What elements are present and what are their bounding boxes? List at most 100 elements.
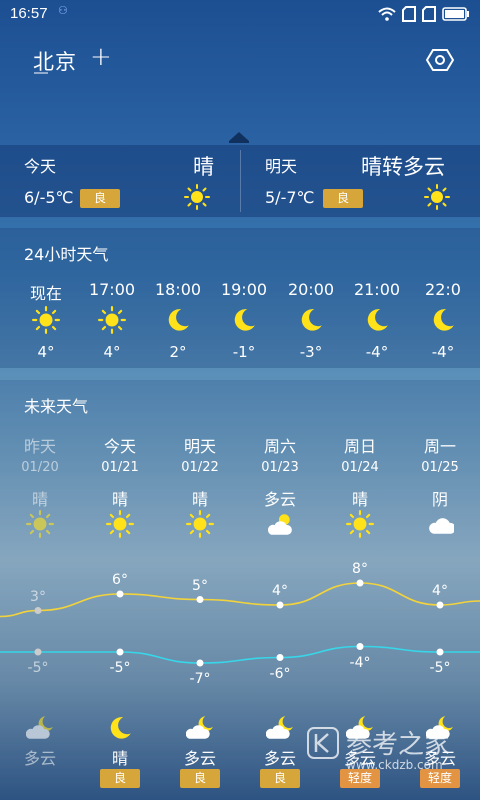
usb-icon: ⚇ xyxy=(58,4,68,17)
low-temp-point xyxy=(356,643,364,650)
watermark-url: www.ckdzb.com xyxy=(346,758,443,772)
forecast-condition: 晴 xyxy=(111,490,128,509)
forecast-date: 01/20 xyxy=(21,460,59,475)
moon-icon xyxy=(110,717,131,739)
forecast-condition: 晴 xyxy=(31,490,48,509)
hourly-temp: -3° xyxy=(299,343,323,361)
today-aqi-badge: 良 xyxy=(80,189,120,208)
battery-icon xyxy=(442,7,469,21)
forecast-date: 01/23 xyxy=(261,460,299,475)
panel-divider xyxy=(240,150,241,212)
hourly-title: 24小时天气 xyxy=(24,245,109,264)
forecast-day: 周六 xyxy=(263,437,296,456)
watermark-logo-icon xyxy=(307,727,339,759)
wifi-icon xyxy=(378,7,396,21)
forecast-day: 明天 xyxy=(183,437,216,456)
hourly-time: 19:00 xyxy=(220,280,268,299)
forecast-condition: 多云 xyxy=(263,490,296,509)
today-label: 今天 xyxy=(24,157,57,176)
forecast-date: 01/25 xyxy=(421,460,459,475)
forecast-date: 01/24 xyxy=(341,460,379,475)
hourly-time: 现在 xyxy=(29,284,62,303)
moon-icon xyxy=(234,309,255,331)
sun-icon xyxy=(346,510,374,538)
high-temp-label: 3° xyxy=(30,588,46,605)
low-temp-point xyxy=(34,648,42,656)
high-temp-label: 4° xyxy=(272,583,288,599)
tomorrow-sun-icon xyxy=(424,184,450,210)
forecast-day: 昨天 xyxy=(23,437,56,456)
tomorrow-label: 明天 xyxy=(265,157,298,176)
moon-icon xyxy=(433,309,454,331)
status-time: 16:57 xyxy=(10,5,48,22)
low-temp-label: -7° xyxy=(189,671,211,687)
today-temp: 6/-5℃ xyxy=(24,188,74,207)
sim-icon xyxy=(402,6,416,22)
forecast-night-condition: 多云 xyxy=(183,749,216,768)
hourly-time: 18:00 xyxy=(154,280,202,299)
forecast-condition: 晴 xyxy=(351,490,368,509)
sun-icon xyxy=(26,510,54,538)
low-temp-label: -5° xyxy=(429,660,451,676)
settings-icon[interactable] xyxy=(426,48,454,72)
tomorrow-aqi-badge: 良 xyxy=(323,189,363,208)
moon-icon xyxy=(301,309,322,331)
high-temp-label: 5° xyxy=(192,577,208,594)
hourly-temp: 2° xyxy=(169,343,187,361)
hourly-temp: -4° xyxy=(431,343,455,361)
watermark: 参考之家 www.ckdzb.com xyxy=(306,722,466,778)
forecast-day: 周日 xyxy=(343,437,376,456)
forecast-condition: 晴 xyxy=(191,490,208,509)
low-temp-label: -5° xyxy=(27,660,49,676)
hourly-time: 17:00 xyxy=(88,280,136,299)
cloudy-sun-icon xyxy=(267,514,292,535)
low-temp-label: -4° xyxy=(349,654,371,671)
forecast-aqi-badge: 良 xyxy=(180,769,220,788)
tomorrow-condition: 晴转多云 xyxy=(361,155,445,179)
hourly-time: 22:0 xyxy=(425,280,461,299)
hourly-temp: 4° xyxy=(37,343,55,361)
forecast-condition: 阴 xyxy=(431,490,448,509)
add-city-button[interactable]: + xyxy=(90,42,112,72)
hourly-temp: 4° xyxy=(103,343,121,361)
forecast-day: 周一 xyxy=(423,437,456,456)
forecast-date: 01/22 xyxy=(181,460,219,475)
low-temp-label: -6° xyxy=(269,665,291,682)
high-temp-line xyxy=(0,582,480,618)
high-temp-point xyxy=(196,596,204,603)
low-temp-point xyxy=(196,659,204,667)
low-temp-point xyxy=(116,648,124,656)
forecast-title: 未来天气 xyxy=(24,397,89,416)
forecast-date: 01/21 xyxy=(101,460,139,475)
high-temp-label: 6° xyxy=(112,572,128,588)
sun-icon xyxy=(106,510,134,538)
cloudy-moon-icon xyxy=(26,716,53,739)
collapse-arrow-icon[interactable] xyxy=(228,130,250,144)
low-temp-point xyxy=(436,648,444,656)
tomorrow-temp: 5/-7℃ xyxy=(265,188,315,207)
hourly-time: 21:00 xyxy=(353,280,401,299)
high-temp-point xyxy=(34,607,42,614)
status-icons xyxy=(378,6,470,22)
cloudy-moon-icon xyxy=(266,716,293,739)
forecast-aqi-badge: 良 xyxy=(260,769,300,788)
high-temp-label: 4° xyxy=(432,583,448,599)
city-indicator xyxy=(34,72,48,74)
temperature-chart xyxy=(0,579,480,667)
watermark-brand: 参考之家 xyxy=(346,730,451,760)
today-condition: 晴 xyxy=(193,155,214,179)
status-bar: 16:57 ⚇ xyxy=(0,0,480,28)
low-temp-label: -5° xyxy=(109,660,131,676)
hourly-temp: -4° xyxy=(365,343,389,361)
hourly-time: 20:00 xyxy=(287,280,335,299)
sun-icon xyxy=(98,306,126,334)
low-temp-point xyxy=(276,654,284,661)
low-temp-line xyxy=(0,645,480,664)
forecast-aqi-badge: 良 xyxy=(100,769,140,788)
cloud-icon xyxy=(429,518,454,534)
high-temp-point xyxy=(116,590,124,598)
high-temp-point xyxy=(356,579,364,587)
sun-icon xyxy=(32,306,60,334)
high-temp-label: 8° xyxy=(352,561,368,577)
high-temp-point xyxy=(276,601,284,609)
